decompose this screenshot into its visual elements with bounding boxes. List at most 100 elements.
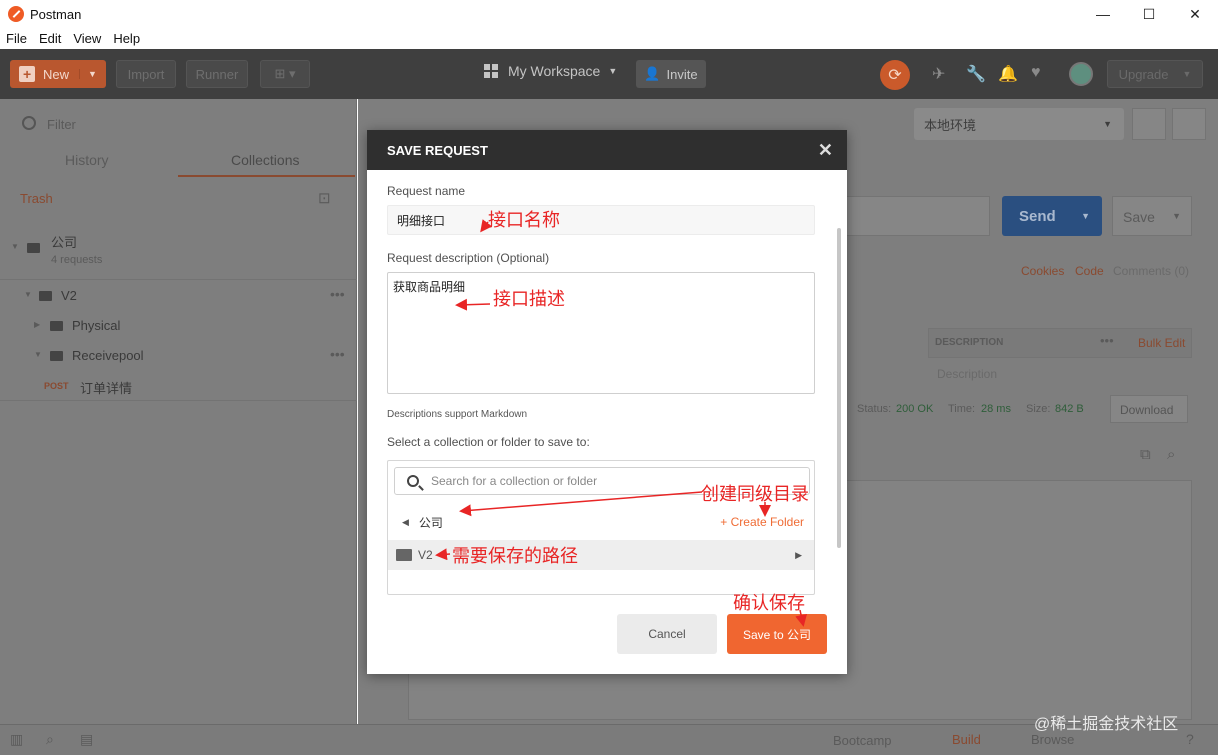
browse-tab[interactable]: Browse <box>1031 732 1074 747</box>
chevron-down-icon[interactable]: ▼ <box>1081 211 1090 221</box>
save-button[interactable]: Save ▼ <box>1112 196 1192 236</box>
folder-icon <box>39 291 52 301</box>
close-icon[interactable]: ✕ <box>818 140 833 161</box>
menu-edit[interactable]: Edit <box>33 31 67 46</box>
download-label: Download <box>1120 403 1174 417</box>
chevron-down-icon[interactable]: ▼ <box>79 69 97 79</box>
menu-help[interactable]: Help <box>107 31 146 46</box>
add-user-icon: 👤 <box>644 66 661 81</box>
eye-icon[interactable] <box>1132 108 1166 140</box>
annotation-save-path: 需要保存的路径 <box>452 546 578 567</box>
dialog-header: SAVE REQUEST ✕ <box>367 130 847 170</box>
upgrade-button[interactable]: Upgrade ▼ <box>1107 60 1203 88</box>
cookies-link[interactable]: Cookies <box>1021 264 1064 278</box>
annotation-description: 接口描述 <box>493 289 565 310</box>
help-icon[interactable]: ? <box>1186 731 1194 747</box>
time-value: 28 ms <box>981 403 1011 415</box>
new-collection-icon[interactable]: ⊡ <box>318 189 331 207</box>
more-options-icon[interactable]: ••• <box>1100 333 1114 348</box>
tree-item-v2[interactable]: V2 <box>61 288 77 303</box>
import-button[interactable]: Import <box>116 60 176 88</box>
workspace-label: My Workspace <box>508 63 601 79</box>
chevron-down-icon: ▼ <box>1103 119 1112 129</box>
back-icon[interactable]: ◀ <box>402 517 409 528</box>
cancel-button[interactable]: Cancel <box>617 614 717 654</box>
trash-link[interactable]: Trash <box>20 191 53 206</box>
caret-down-icon[interactable]: ▼ <box>24 290 32 299</box>
watermark: @稀土掘金技术社区 <box>1034 716 1179 733</box>
collection-folder-icon <box>27 243 40 253</box>
new-button[interactable]: + New ▼ <box>10 60 106 88</box>
bulk-edit-link[interactable]: Bulk Edit <box>1138 336 1185 350</box>
collection-search-placeholder: Search for a collection or folder <box>431 474 598 488</box>
satellite-icon[interactable]: ✈ <box>932 64 945 84</box>
copy-icon[interactable]: ⧉ <box>1140 446 1151 463</box>
maximize-button[interactable]: ☐ <box>1126 0 1172 28</box>
bootcamp-link[interactable]: Bootcamp <box>833 733 892 748</box>
window-title: Postman <box>30 6 82 22</box>
request-item[interactable]: 订单详情 <box>80 378 132 397</box>
save-label: Save <box>1123 209 1155 225</box>
close-window-button[interactable]: ✕ <box>1172 0 1218 28</box>
grid-icon <box>484 64 498 78</box>
url-input[interactable] <box>840 196 990 236</box>
description-cell[interactable]: Description <box>937 367 997 381</box>
filter-input[interactable]: Filter <box>47 117 76 132</box>
workspace-switcher[interactable]: My Workspace ▼ <box>484 63 617 79</box>
folder-name: V2 <box>418 548 433 562</box>
sync-icon[interactable]: ⟳ <box>880 60 910 90</box>
caret-right-icon[interactable]: ▶ <box>34 320 40 329</box>
environment-select[interactable]: 本地环境 ▼ <box>914 108 1124 140</box>
save-to-collection-button[interactable]: Save to 公司 <box>727 614 827 654</box>
window-controls: — ☐ ✕ <box>1080 0 1218 28</box>
gear-icon[interactable] <box>1172 108 1206 140</box>
new-window-button[interactable]: ⊞ ▾ <box>260 60 310 88</box>
status-value: 200 OK <box>896 403 934 415</box>
create-folder-link[interactable]: + Create Folder <box>720 515 804 529</box>
menu-view[interactable]: View <box>67 31 107 46</box>
minimize-button[interactable]: — <box>1080 0 1126 28</box>
code-link[interactable]: Code <box>1075 264 1104 278</box>
menu-bar: File Edit View Help <box>0 28 1218 49</box>
search-icon[interactable]: ⌕ <box>1167 446 1175 463</box>
heart-icon[interactable]: ♥ <box>1031 64 1041 82</box>
send-button[interactable]: Send ▼ <box>1002 196 1102 236</box>
wrench-icon[interactable]: 🔧 <box>966 64 986 84</box>
download-button[interactable]: Download <box>1110 395 1188 423</box>
comments-link[interactable]: Comments (0) <box>1113 264 1189 278</box>
chevron-down-icon: ▼ <box>1182 69 1192 79</box>
tree-item-physical[interactable]: Physical <box>72 318 120 333</box>
request-description-textarea[interactable]: 获取商品明细 <box>387 272 815 394</box>
plus-icon: + <box>19 66 36 82</box>
chevron-right-icon[interactable]: ▶ <box>795 550 802 561</box>
bell-icon[interactable]: 🔔 <box>998 64 1018 84</box>
search-icon[interactable]: ⌕ <box>46 731 54 748</box>
breadcrumb: ◀ 公司 + Create Folder <box>388 505 814 539</box>
description-header: DESCRIPTION <box>935 337 1004 348</box>
markdown-hint: Descriptions support Markdown <box>387 409 528 420</box>
avatar[interactable] <box>1069 62 1093 86</box>
console-icon[interactable]: ▤ <box>80 731 93 748</box>
dialog-scrollbar[interactable] <box>837 228 841 548</box>
annotation-create-folder: 创建同级目录 <box>701 484 809 505</box>
folder-icon <box>50 321 63 331</box>
more-options-icon[interactable]: ••• <box>330 286 345 302</box>
collection-row[interactable] <box>0 222 357 280</box>
build-tab[interactable]: Build <box>952 732 981 747</box>
invite-button[interactable]: 👤 Invite <box>636 60 706 88</box>
folder-icon <box>396 549 412 561</box>
environment-label: 本地环境 <box>924 117 977 133</box>
caret-down-icon[interactable]: ▼ <box>11 242 19 251</box>
chevron-down-icon: ▼ <box>1172 211 1181 221</box>
request-name-input[interactable]: 明细接口 <box>387 205 815 235</box>
sidebar-toggle-icon[interactable]: ▥ <box>10 731 23 748</box>
tab-collections[interactable]: Collections <box>231 152 299 168</box>
menu-file[interactable]: File <box>0 31 33 46</box>
tab-history[interactable]: History <box>65 152 109 168</box>
request-description-label: Request description (Optional) <box>387 251 550 265</box>
caret-down-icon[interactable]: ▼ <box>34 350 42 359</box>
more-options-icon[interactable]: ••• <box>330 346 345 362</box>
tree-item-receivepool[interactable]: Receivepool <box>72 348 144 363</box>
search-icon <box>407 475 419 487</box>
runner-button[interactable]: Runner <box>186 60 248 88</box>
